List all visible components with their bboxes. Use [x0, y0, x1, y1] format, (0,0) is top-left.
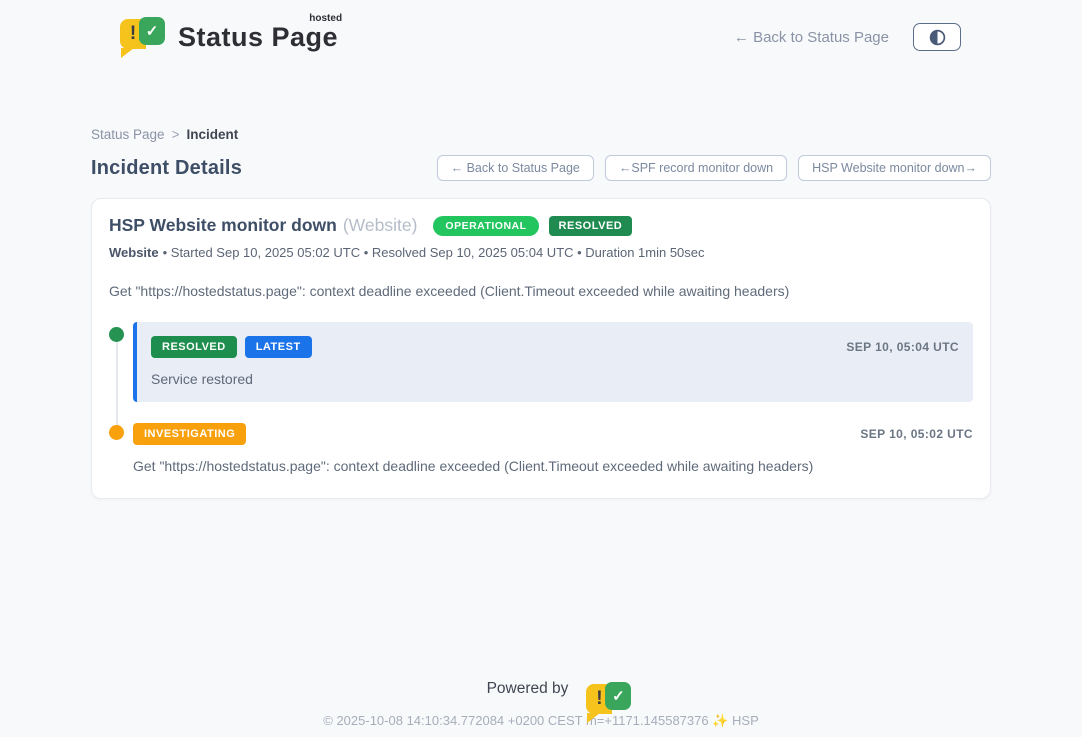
brand-name: Status Pagehosted	[178, 22, 338, 53]
timeline-message: Service restored	[151, 371, 959, 387]
breadcrumb-incident: Incident	[186, 127, 238, 142]
timeline-item-investigating: INVESTIGATING SEP 10, 05:02 UTC Get "htt…	[109, 423, 973, 474]
incident-meta: Website • Started Sep 10, 2025 05:02 UTC …	[109, 245, 973, 260]
investigating-badge: INVESTIGATING	[133, 423, 246, 445]
copyright-text: © 2025-10-08 14:10:34.772084 +0200 CEST …	[0, 713, 1082, 729]
operational-status-pill: OPERATIONAL	[433, 216, 538, 236]
resolved-badge: RESOLVED	[151, 336, 237, 358]
powered-by-logo[interactable]: ! ✓	[577, 681, 595, 698]
timeline-message: Get "https://hostedstatus.page": context…	[133, 458, 973, 474]
breadcrumb-status-page[interactable]: Status Page	[91, 127, 165, 142]
logo-check-icon: ✓	[139, 17, 165, 45]
timeline-item-header: INVESTIGATING SEP 10, 05:02 UTC	[133, 423, 973, 445]
investigating-dot-icon	[109, 425, 124, 440]
incident-card: HSP Website monitor down (Website) OPERA…	[91, 198, 991, 499]
title-row: Incident Details ← Back to Status Page ←…	[91, 155, 991, 181]
logo-check-icon: ✓	[605, 682, 631, 710]
incident-state-badge: RESOLVED	[549, 216, 633, 236]
prev-incident-button[interactable]: ←SPF record monitor down	[605, 155, 787, 181]
incident-timeline: RESOLVED LATEST SEP 10, 05:04 UTC Servic…	[109, 322, 973, 474]
timeline-item-resolved: RESOLVED LATEST SEP 10, 05:04 UTC Servic…	[109, 322, 973, 402]
latest-update-box: RESOLVED LATEST SEP 10, 05:04 UTC Servic…	[133, 322, 973, 402]
status-page-logo-icon: ! ✓	[120, 16, 165, 58]
timeline-item-header: RESOLVED LATEST SEP 10, 05:04 UTC	[151, 336, 959, 358]
timeline-timestamp: SEP 10, 05:02 UTC	[860, 427, 973, 441]
breadcrumb: Status Page > Incident	[91, 127, 991, 142]
incident-description: Get "https://hostedstatus.page": context…	[109, 283, 973, 299]
resolved-dot-icon	[109, 327, 124, 342]
breadcrumb-separator: >	[172, 127, 180, 142]
half-circle-icon	[929, 29, 946, 46]
next-incident-button[interactable]: HSP Website monitor down→	[798, 155, 991, 181]
footer: Powered by ! ✓ © 2025-10-08 14:10:34.772…	[0, 680, 1082, 729]
back-to-status-page-button[interactable]: ← Back to Status Page	[437, 155, 594, 181]
incident-nav-buttons: ← Back to Status Page ←SPF record monito…	[437, 155, 991, 181]
header-back-link[interactable]: ← Back to Status Page	[734, 29, 889, 46]
incident-title-row: HSP Website monitor down (Website) OPERA…	[109, 215, 973, 236]
page-title: Incident Details	[91, 157, 242, 180]
header: ! ✓ Status Pagehosted ← Back to Status P…	[0, 0, 1082, 58]
incident-title: HSP Website monitor down	[109, 215, 337, 236]
logo-bubble-tail	[121, 48, 134, 58]
brand-superscript: hosted	[309, 13, 342, 24]
latest-badge: LATEST	[245, 336, 312, 358]
powered-by-label: Powered by	[487, 680, 569, 698]
header-actions: ← Back to Status Page	[734, 23, 961, 51]
theme-toggle-button[interactable]	[913, 23, 961, 51]
timeline-timestamp: SEP 10, 05:04 UTC	[846, 340, 959, 354]
status-page-logo[interactable]: ! ✓ Status Pagehosted	[120, 16, 338, 58]
main-content: Status Page > Incident Incident Details ← …	[91, 127, 991, 499]
timeline-badges: RESOLVED LATEST	[151, 336, 312, 358]
powered-by: Powered by ! ✓	[0, 680, 1082, 698]
incident-service: Website	[109, 245, 159, 260]
logo-bubble-tail	[587, 713, 600, 723]
incident-component: (Website)	[343, 215, 418, 236]
incident-meta-details: • Started Sep 10, 2025 05:02 UTC • Resol…	[163, 245, 705, 260]
